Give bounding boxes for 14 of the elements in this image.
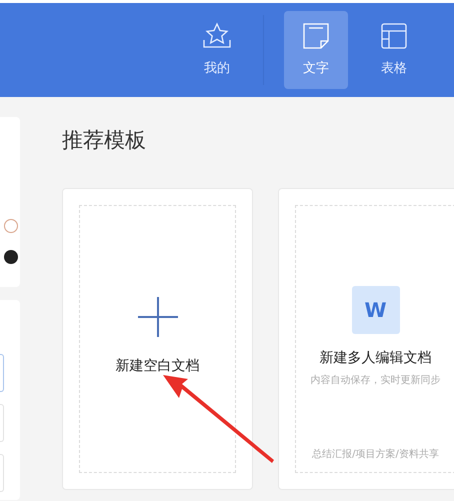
template-card[interactable]: 新建空白文档: [62, 188, 253, 490]
card-title: 新建多人编辑文档: [320, 348, 432, 368]
plus-icon: [136, 296, 178, 338]
card-title: 新建空白文档: [116, 356, 200, 376]
nav-tab[interactable]: 我的: [185, 11, 249, 89]
doc-badge: W: [352, 286, 400, 334]
nav-tab[interactable]: 文字: [284, 11, 348, 89]
section-title: 推荐模板: [62, 127, 147, 154]
table-icon: [379, 21, 409, 52]
card-subtitle: 内容自动保存，实时更新同步: [310, 374, 440, 388]
card-footer: 总结汇报/项目方案/资料共享: [312, 446, 439, 462]
template-card[interactable]: W 新建多人编辑文档 内容自动保存，实时更新同步 总结汇报/项目方案/资料共享: [278, 188, 454, 490]
note-icon: [301, 21, 331, 52]
nav-tab[interactable]: 表格: [362, 11, 426, 89]
